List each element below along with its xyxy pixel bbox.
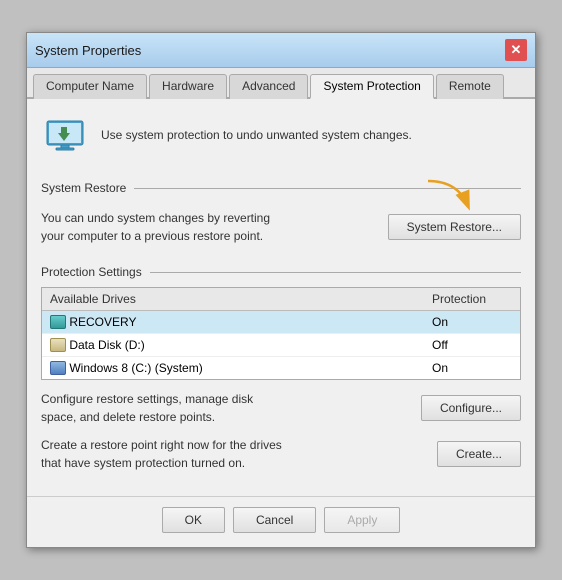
restore-button-wrapper: System Restore... [388,214,521,240]
drive-protection: On [432,361,512,375]
tabs-container: Computer Name Hardware Advanced System P… [27,68,535,99]
windows-drive-icon [50,361,66,375]
drive-row[interactable]: Data Disk (D:) Off [42,334,520,357]
create-button[interactable]: Create... [437,441,521,467]
header-available-drives: Available Drives [50,292,432,306]
cancel-button[interactable]: Cancel [233,507,316,533]
create-text: Create a restore point right now for the… [41,436,291,472]
apply-button[interactable]: Apply [324,507,400,533]
configure-button[interactable]: Configure... [421,395,521,421]
restore-inner: You can undo system changes by reverting… [41,203,521,251]
footer: OK Cancel Apply [27,496,535,547]
drives-table-header: Available Drives Protection [42,288,520,311]
tab-system-protection[interactable]: System Protection [310,74,433,99]
top-info-area: Use system protection to undo unwanted s… [41,111,521,167]
tab-advanced[interactable]: Advanced [229,74,308,99]
drive-protection: Off [432,338,512,352]
tab-hardware[interactable]: Hardware [149,74,227,99]
drive-protection: On [432,315,512,329]
configure-section: Configure restore settings, manage disk … [41,390,521,426]
protection-settings-title: Protection Settings [41,265,521,279]
title-bar: System Properties ✕ [27,33,535,68]
header-protection: Protection [432,292,512,306]
drive-row[interactable]: Windows 8 (C:) (System) On [42,357,520,379]
drives-table: Available Drives Protection RECOVERY On [41,287,521,380]
tab-computer-name[interactable]: Computer Name [33,74,147,99]
create-section: Create a restore point right now for the… [41,436,521,472]
recovery-icon [50,315,66,329]
drive-row[interactable]: RECOVERY On [42,311,520,334]
protection-settings-section: Protection Settings Available Drives Pro… [41,265,521,472]
system-restore-button[interactable]: System Restore... [388,214,521,240]
tab-remote[interactable]: Remote [436,74,504,99]
configure-text: Configure restore settings, manage disk … [41,390,291,426]
system-properties-window: System Properties ✕ Computer Name Hardwa… [26,32,536,548]
top-info-text: Use system protection to undo unwanted s… [101,128,412,142]
drive-name: RECOVERY [50,315,432,329]
restore-description: You can undo system changes by reverting… [41,209,281,245]
drive-name: Windows 8 (C:) (System) [50,361,432,375]
close-button[interactable]: ✕ [505,39,527,61]
system-restore-title: System Restore [41,181,521,195]
shield-icon [41,111,89,159]
data-disk-icon [50,338,66,352]
window-title: System Properties [35,43,141,58]
ok-button[interactable]: OK [162,507,225,533]
drive-name: Data Disk (D:) [50,338,432,352]
tab-content: Use system protection to undo unwanted s… [27,99,535,496]
system-restore-section: System Restore You can undo system chang… [41,181,521,251]
